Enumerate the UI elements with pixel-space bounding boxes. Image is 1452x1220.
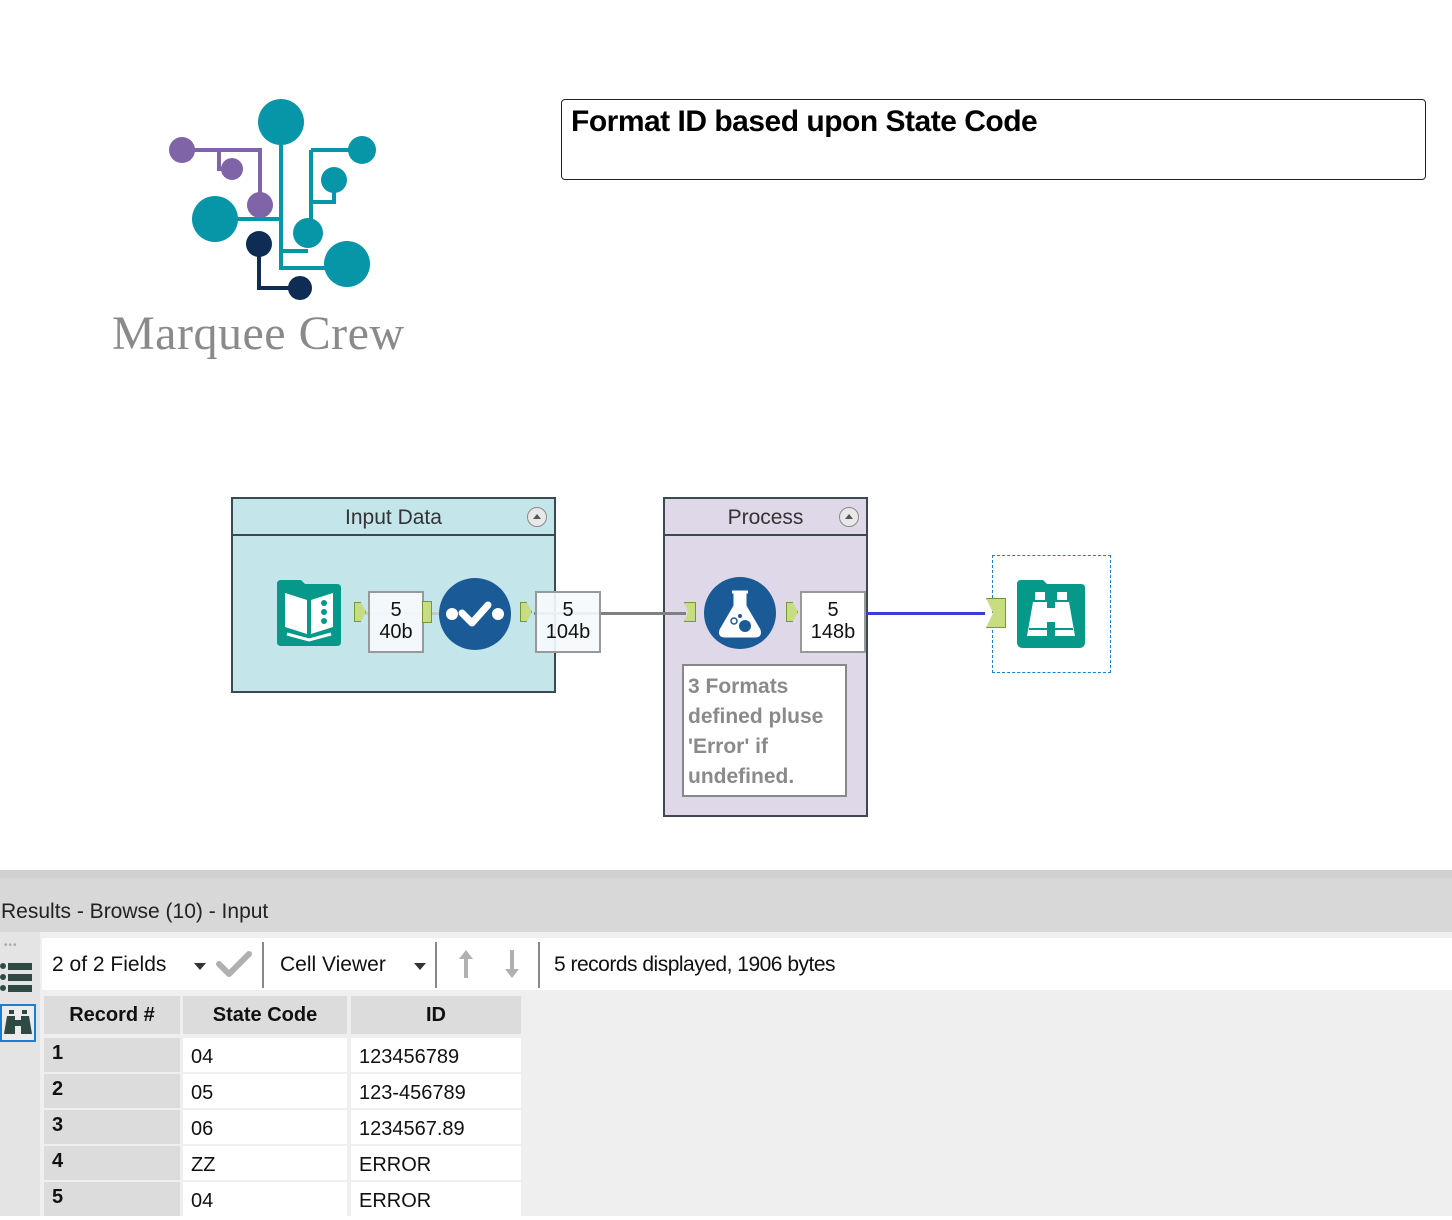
table-cell[interactable]: ERROR: [351, 1182, 521, 1216]
results-title-bar: Results - Browse (10) - Input: [0, 878, 1452, 932]
container-header[interactable]: Input Data: [233, 499, 554, 536]
cell-viewer-selector[interactable]: Cell Viewer: [280, 953, 386, 977]
binoculars-icon: [4, 1010, 32, 1034]
record-count: 5: [390, 599, 402, 621]
fields-dropdown-caret-icon[interactable]: [194, 963, 206, 970]
record-number-cell[interactable]: 3: [44, 1110, 180, 1144]
grip-handle-icon[interactable]: •••: [4, 940, 18, 951]
toolbar-separator: [435, 942, 437, 988]
record-count-badge: 5 148b: [800, 591, 866, 653]
results-toolbar: 2 of 2 Fields Cell Viewer 5 records disp…: [42, 938, 1452, 990]
table-cell[interactable]: 123456789: [351, 1038, 521, 1072]
title-comment-box[interactable]: Format ID based upon State Code: [561, 99, 1426, 180]
record-number-cell[interactable]: 5: [44, 1182, 180, 1216]
logo-wordmark: Marquee Crew: [112, 307, 405, 360]
records-status: 5 records displayed, 1906 bytes: [554, 953, 836, 976]
browse-tool-binoculars-icon[interactable]: [1015, 578, 1087, 650]
table-cell[interactable]: 123-456789: [351, 1074, 521, 1108]
collapse-container-button[interactable]: [839, 507, 859, 527]
container-title: Input Data: [345, 506, 442, 529]
comment-note[interactable]: 3 Formats defined pluse 'Error' if undef…: [682, 664, 847, 797]
byte-count: 104b: [545, 621, 591, 643]
select-tool-check-icon[interactable]: [438, 577, 512, 651]
container-title: Process: [727, 506, 804, 529]
results-title: Results - Browse (10) - Input: [1, 900, 269, 923]
workflow-canvas[interactable]: Marquee Crew Format ID based upon State …: [0, 0, 1452, 870]
record-number-cell[interactable]: 1: [44, 1038, 180, 1072]
table-cell[interactable]: 06: [183, 1110, 347, 1144]
record-count-badge: 5 40b: [368, 591, 424, 653]
connection-formula-browse[interactable]: [865, 612, 985, 615]
panel-splitter[interactable]: [0, 870, 1452, 878]
column-header[interactable]: Record #: [44, 996, 180, 1034]
column-header[interactable]: State Code: [183, 996, 347, 1034]
toolbar-separator: [538, 942, 540, 988]
record-count-badge: 5 104b: [535, 591, 601, 653]
record-number-cell[interactable]: 4: [44, 1146, 180, 1180]
container-header[interactable]: Process: [665, 499, 866, 536]
formula-tool-flask-icon[interactable]: [703, 576, 777, 650]
arrow-down-icon[interactable]: [502, 948, 522, 980]
arrow-up-icon[interactable]: [456, 948, 476, 980]
table-cell[interactable]: 1234567.89: [351, 1110, 521, 1144]
input-anchor[interactable]: [422, 601, 432, 623]
input-anchor[interactable]: [986, 598, 1006, 628]
apply-checkmark-icon[interactable]: [216, 950, 252, 978]
record-count: 5: [562, 599, 574, 621]
record-count: 5: [827, 599, 839, 621]
byte-count: 148b: [810, 621, 856, 643]
column-header[interactable]: ID: [351, 996, 521, 1034]
table-cell[interactable]: 05: [183, 1074, 347, 1108]
table-cell[interactable]: ZZ: [183, 1146, 347, 1180]
toolbar-separator: [262, 942, 264, 988]
table-cell[interactable]: 04: [183, 1182, 347, 1216]
record-number-cell[interactable]: 2: [44, 1074, 180, 1108]
browse-view-button[interactable]: [0, 1004, 36, 1042]
fields-list-icon[interactable]: [0, 958, 32, 994]
results-panel: Results - Browse (10) - Input ••• 2 of 2…: [0, 870, 1452, 1216]
input-data-tool-book-icon[interactable]: [273, 578, 345, 648]
fields-selector[interactable]: 2 of 2 Fields: [52, 953, 166, 977]
table-cell[interactable]: 04: [183, 1038, 347, 1072]
table-cell[interactable]: ERROR: [351, 1146, 521, 1180]
byte-count: 40b: [379, 621, 413, 643]
title-comment-text: Format ID based upon State Code: [571, 105, 1038, 138]
viewer-dropdown-caret-icon[interactable]: [414, 963, 426, 970]
collapse-container-button[interactable]: [527, 507, 547, 527]
